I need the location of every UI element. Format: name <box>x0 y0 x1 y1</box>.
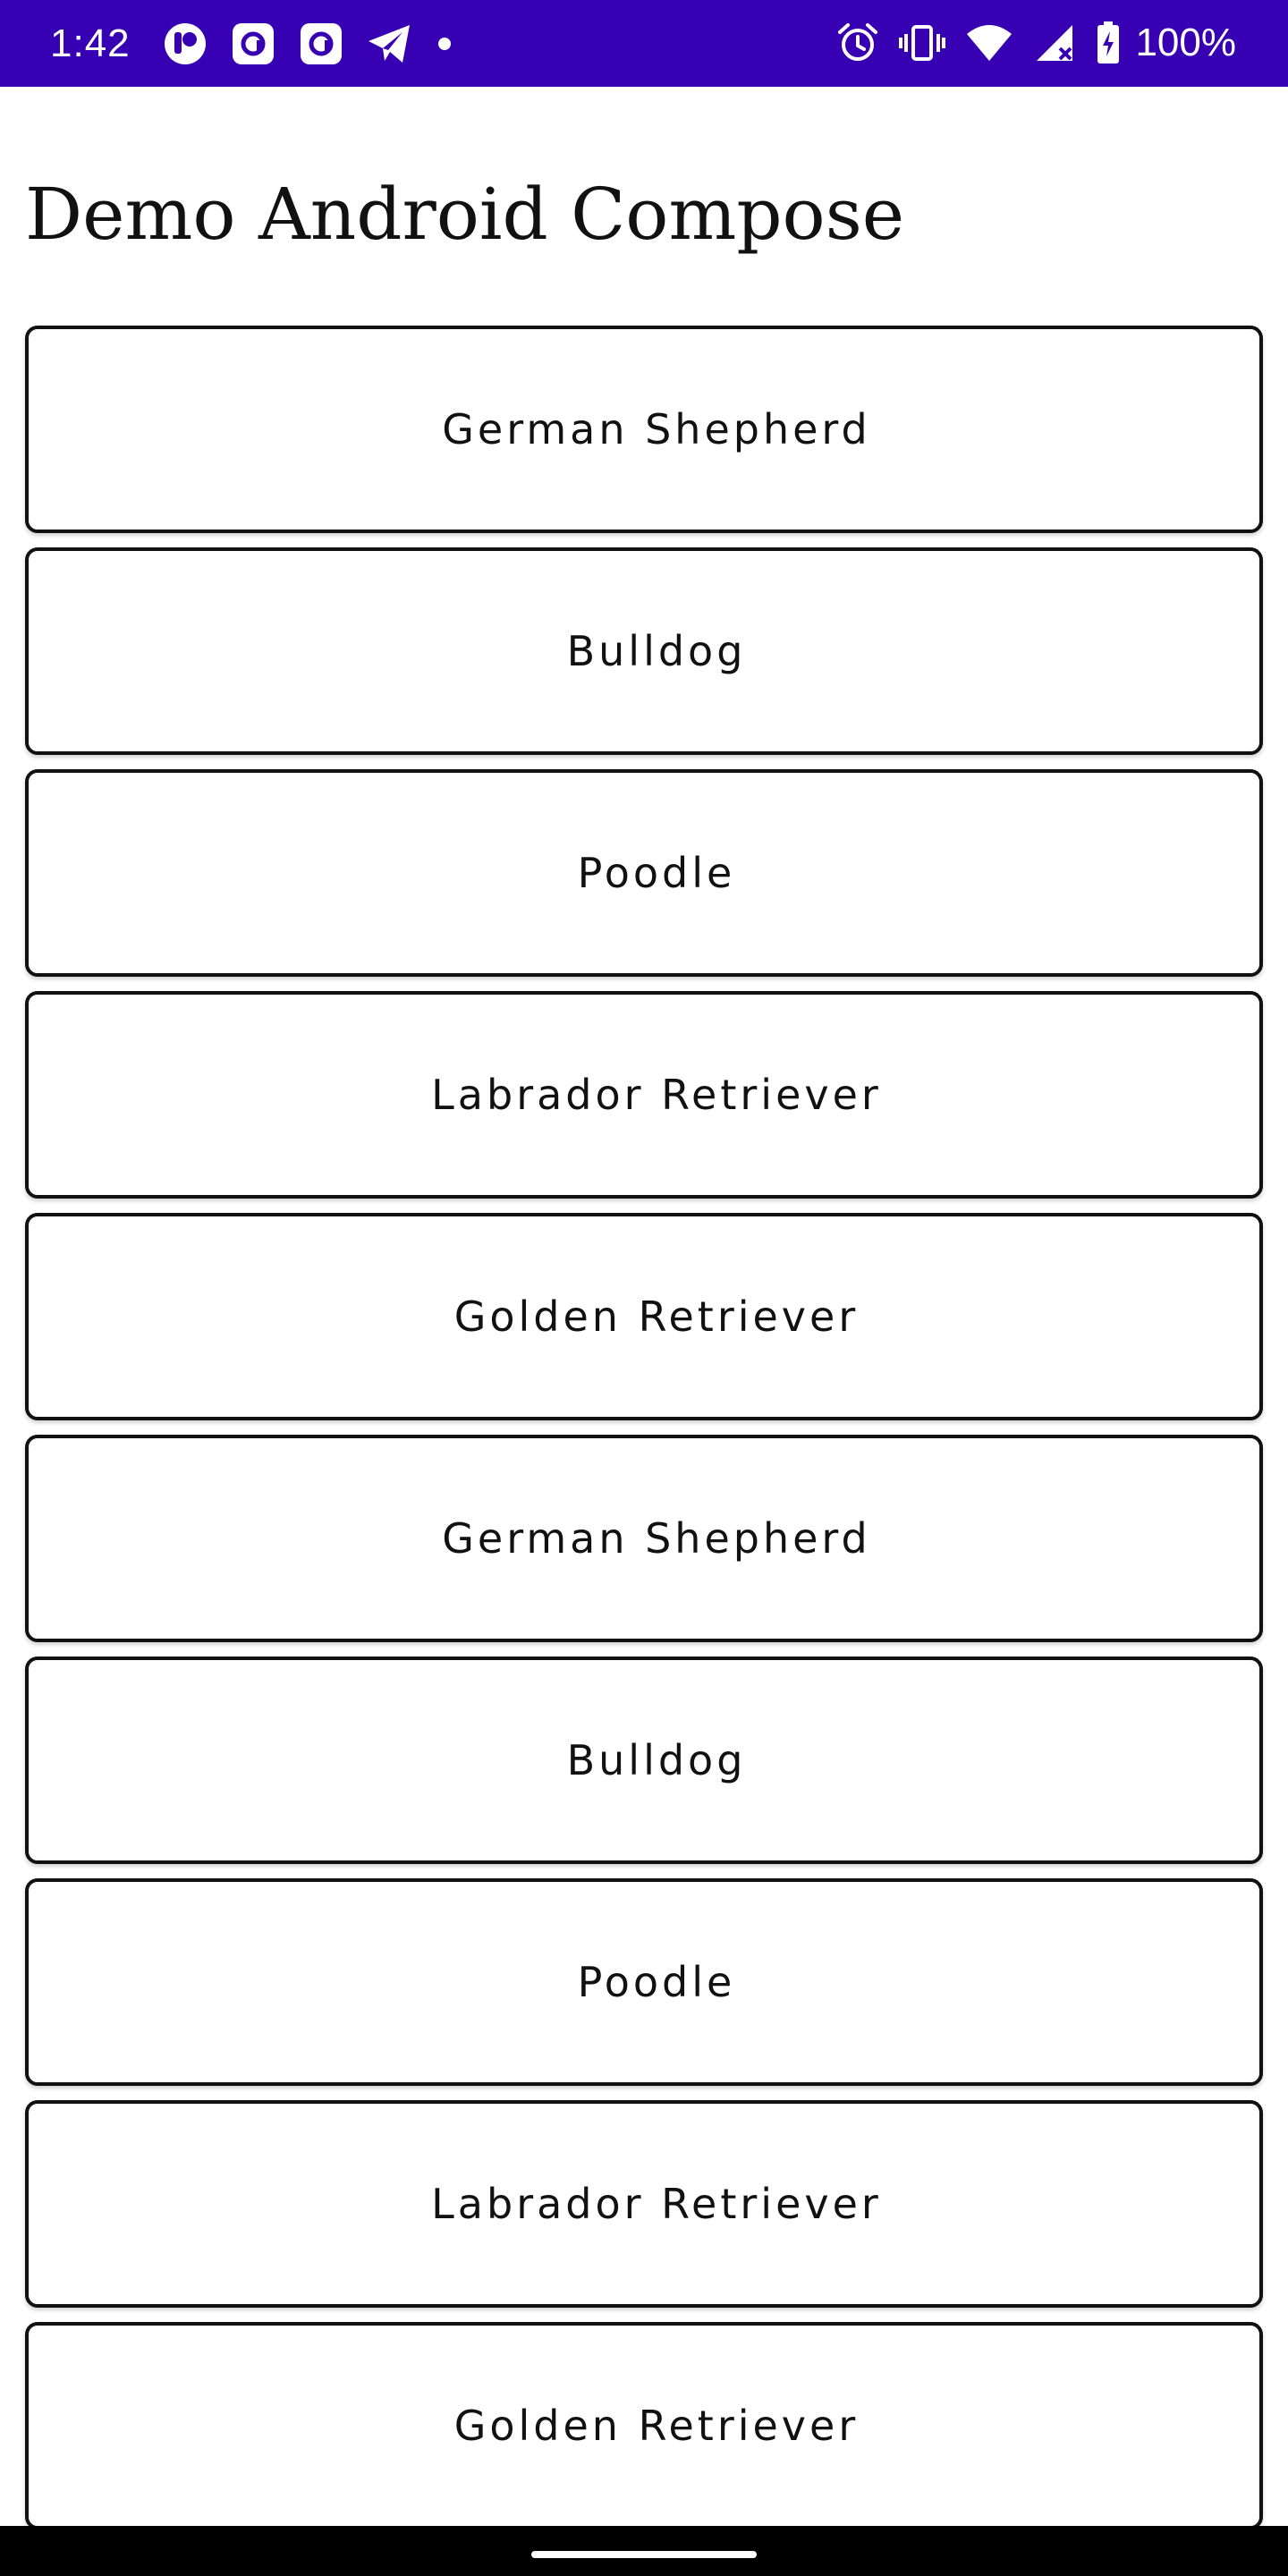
status-time: 1:42 <box>50 21 131 65</box>
list-item-label: Bulldog <box>566 627 747 675</box>
list-item-label: German Shepherd <box>442 405 871 453</box>
list-item[interactable]: Labrador Retriever <box>25 991 1263 1199</box>
list-item[interactable]: Labrador Retriever <box>25 2100 1263 2308</box>
list-item-label: Poodle <box>577 1958 736 2006</box>
gmail-style-icon <box>231 21 275 66</box>
list-item[interactable]: Bulldog <box>25 1657 1263 1864</box>
vibrate-icon <box>899 21 946 64</box>
list-item[interactable]: German Shepherd <box>25 1435 1263 1642</box>
list-item-label: Labrador Retriever <box>431 2180 882 2228</box>
status-system-icons: 100% <box>836 18 1236 68</box>
status-bar: 1:42 100% <box>0 0 1288 87</box>
list-item-label: Bulldog <box>566 1736 747 1784</box>
list-item[interactable]: German Shepherd <box>25 326 1263 533</box>
battery-icon <box>1096 21 1121 65</box>
list-item[interactable]: Golden Retriever <box>25 2322 1263 2529</box>
notification-app-icon <box>163 21 208 66</box>
list-item-label: Golden Retriever <box>453 2402 860 2450</box>
list-item[interactable]: Golden Retriever <box>25 1213 1263 1420</box>
dog-breed-list[interactable]: German Shepherd Bulldog Poodle Labrador … <box>25 326 1263 2544</box>
gmail-style-icon <box>299 21 343 66</box>
list-item[interactable]: Poodle <box>25 769 1263 977</box>
signal-icon <box>1033 21 1076 64</box>
page-title: Demo Android Compose <box>25 173 905 256</box>
list-item-label: Golden Retriever <box>453 1292 860 1341</box>
gesture-handle[interactable] <box>531 2551 757 2558</box>
battery-percentage: 100% <box>1135 21 1236 64</box>
status-notification-icons <box>163 21 453 66</box>
list-item[interactable]: Bulldog <box>25 547 1263 755</box>
list-item-label: German Shepherd <box>442 1514 871 1563</box>
list-item-label: Poodle <box>577 849 736 897</box>
more-dot-icon <box>436 21 453 66</box>
list-item[interactable]: Poodle <box>25 1878 1263 2086</box>
app-screen: 1:42 100% Demo Android Compose German Sh… <box>0 0 1288 2576</box>
alarm-icon <box>836 21 879 64</box>
wifi-icon <box>965 21 1013 64</box>
telegram-icon <box>367 21 413 66</box>
list-item-label: Labrador Retriever <box>431 1071 882 1119</box>
navigation-bar <box>0 2526 1288 2576</box>
